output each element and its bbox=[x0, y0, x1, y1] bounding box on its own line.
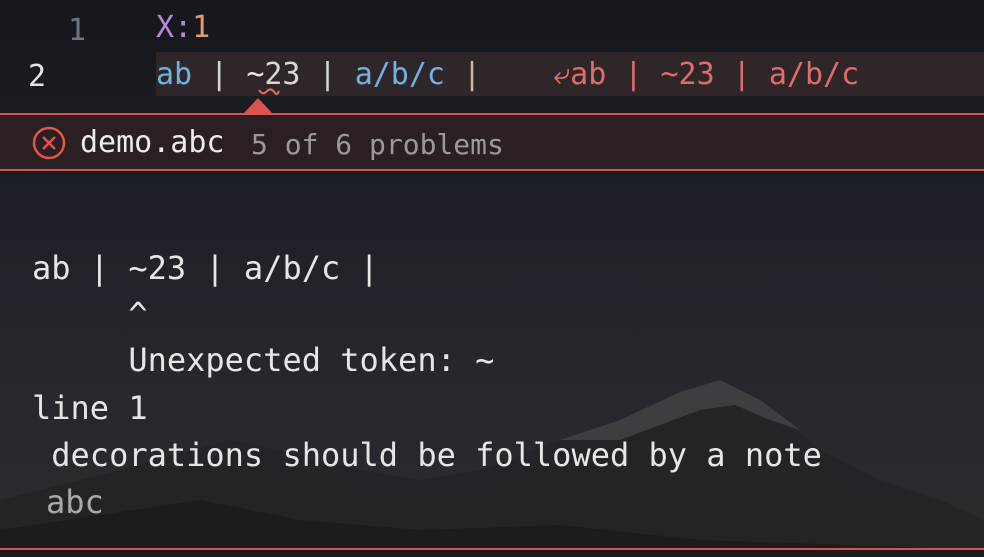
error-squiggle bbox=[258, 88, 280, 96]
code-line-1[interactable]: X:1 bbox=[156, 8, 210, 48]
tilde-token: ~ bbox=[246, 57, 265, 92]
error-message-line: ab | ~23 | a/b/c | bbox=[32, 249, 379, 287]
error-circle-x-icon bbox=[32, 126, 66, 160]
error-source: abc bbox=[46, 483, 104, 521]
header-key: X bbox=[156, 10, 175, 45]
header-value: 1 bbox=[192, 10, 211, 45]
line-number-2: 2 bbox=[28, 59, 47, 94]
error-message-line: decorations should be followed by a note bbox=[32, 436, 822, 474]
barline-token: | bbox=[445, 57, 482, 92]
note-token: ab bbox=[156, 57, 193, 92]
peek-bottom-border bbox=[0, 548, 984, 550]
header-separator: : bbox=[174, 10, 193, 45]
problem-count: 5 of 6 problems bbox=[251, 128, 504, 161]
error-message-line: Unexpected token: ~ bbox=[32, 341, 495, 379]
inline-diagnostic: ⤶ab | ~23 | a/b/c bbox=[553, 57, 860, 92]
barline-token: | bbox=[192, 57, 247, 92]
problem-peek-header: demo.abc 5 of 6 problems bbox=[0, 113, 984, 171]
number-token: 23 bbox=[264, 57, 301, 92]
barline-token: | bbox=[300, 57, 355, 92]
error-message-line: ^ bbox=[32, 295, 148, 333]
line-number-1: 1 bbox=[68, 13, 87, 48]
error-message-line: line 1 bbox=[32, 389, 148, 427]
problem-file-name[interactable]: demo.abc bbox=[80, 123, 225, 163]
fraction-token: a/b/c bbox=[354, 57, 445, 92]
peek-pointer-arrow bbox=[244, 98, 272, 113]
